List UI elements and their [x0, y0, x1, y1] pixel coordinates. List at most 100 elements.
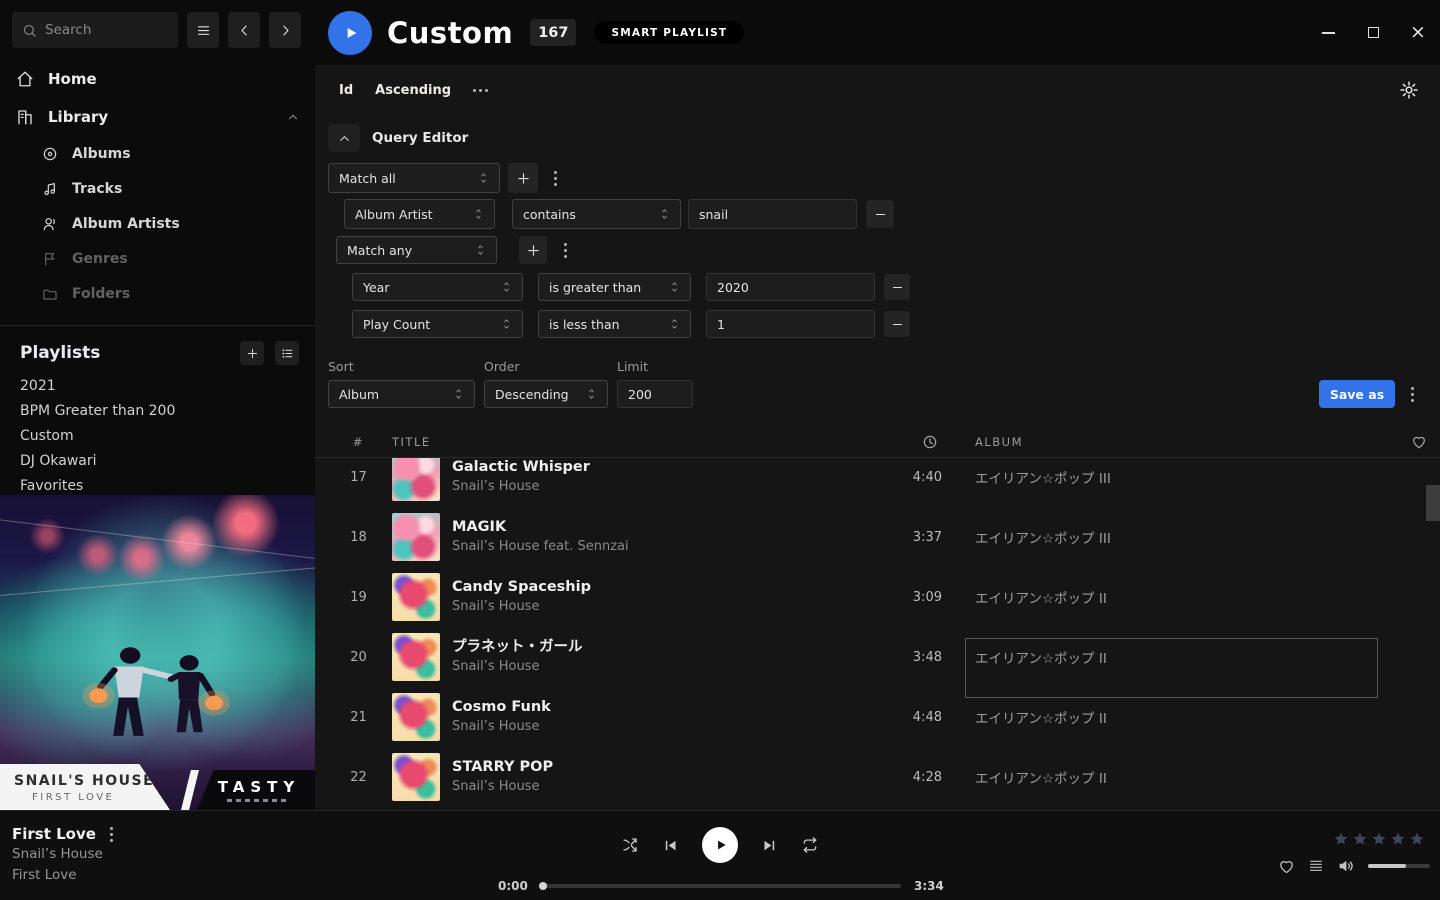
playlist-item[interactable]: BPM Greater than 200: [0, 399, 315, 424]
remove-rule-button[interactable]: [884, 274, 910, 300]
rule-value-input[interactable]: snail: [688, 199, 857, 229]
search-box[interactable]: [12, 12, 178, 48]
scrollbar-thumb[interactable]: [1426, 485, 1440, 521]
now-playing-menu-button[interactable]: [110, 827, 113, 842]
volume-slider[interactable]: [1368, 864, 1430, 868]
track-album[interactable]: エイリアン☆ポップ II: [975, 767, 1378, 787]
track-album[interactable]: エイリアン☆ポップ III: [975, 527, 1378, 547]
duration-column-icon[interactable]: [922, 434, 938, 450]
rule-value-input[interactable]: 1: [706, 310, 875, 338]
chevron-up-icon[interactable]: [287, 111, 299, 123]
track-row[interactable]: 19 Candy Spaceship Snail’s House 3:09 エイ…: [315, 567, 1440, 627]
star-icon[interactable]: [1333, 831, 1349, 847]
order-select[interactable]: Descending: [484, 380, 608, 408]
track-album[interactable]: エイリアン☆ポップ III: [975, 467, 1378, 487]
star-icon[interactable]: [1371, 831, 1387, 847]
limit-input[interactable]: 200: [617, 380, 693, 408]
root-match-select[interactable]: Match all: [328, 163, 500, 193]
star-icon[interactable]: [1352, 831, 1368, 847]
track-title: MAGIK: [452, 517, 870, 537]
rule-operator-value: contains: [523, 207, 576, 222]
sidebar-item-library[interactable]: Library: [0, 98, 315, 136]
rule-field-select[interactable]: Year: [352, 273, 523, 301]
window-close-button[interactable]: ×: [1410, 25, 1426, 41]
rule-operator-select[interactable]: is less than: [538, 310, 691, 338]
rule-group-menu-button[interactable]: [547, 164, 563, 192]
column-header-index[interactable]: #: [340, 435, 377, 449]
add-playlist-button[interactable]: [240, 341, 264, 365]
track-album[interactable]: エイリアン☆ポップ II: [975, 707, 1378, 727]
playlist-item[interactable]: Custom: [0, 424, 315, 449]
window-maximize-button[interactable]: [1365, 25, 1381, 41]
playlist-item[interactable]: DJ Okawari: [0, 449, 315, 474]
rule-field-select[interactable]: Play Count: [352, 310, 523, 338]
now-playing-artist[interactable]: Snail’s House: [12, 844, 113, 864]
repeat-icon[interactable]: [801, 836, 819, 854]
label-banner: TASTY: [197, 770, 315, 810]
add-sub-rule-button[interactable]: [519, 236, 547, 264]
collapse-query-editor-button[interactable]: [328, 124, 360, 152]
now-playing-album[interactable]: First Love: [12, 865, 113, 885]
menu-button[interactable]: [187, 12, 219, 48]
track-row[interactable]: 18 MAGIK Snail’s House feat. Sennzai 3:3…: [315, 507, 1440, 567]
shuffle-icon[interactable]: [621, 836, 639, 854]
album-banner-artist: SNAIL'S HOUSE: [14, 773, 170, 789]
column-header-title[interactable]: TITLE: [392, 435, 440, 449]
play-playlist-button[interactable]: [328, 11, 372, 55]
save-menu-button[interactable]: [1404, 380, 1420, 408]
rule-field-select[interactable]: Album Artist: [344, 199, 495, 229]
seek-bar[interactable]: [539, 884, 901, 888]
total-time: 3:34: [914, 879, 942, 893]
track-row[interactable]: 20 プラネット・ガール Snail’s House 3:48 エイリアン☆ポッ…: [315, 627, 1440, 687]
playlist-options-button[interactable]: [275, 341, 299, 365]
favorite-column-icon[interactable]: [1411, 434, 1427, 450]
column-header-album[interactable]: ALBUM: [975, 435, 1378, 449]
save-as-button[interactable]: Save as: [1319, 380, 1395, 408]
remove-rule-button[interactable]: [866, 200, 894, 228]
now-playing-info: First Love Snail’s House First Love: [12, 825, 113, 885]
sort-direction-button[interactable]: Ascending: [375, 83, 451, 98]
seek-handle[interactable]: [539, 882, 547, 890]
star-icon[interactable]: [1390, 831, 1406, 847]
playlist-item[interactable]: 2021: [0, 374, 315, 399]
gear-icon[interactable]: [1399, 80, 1419, 100]
sub-match-select[interactable]: Match any: [336, 236, 497, 264]
play-pause-button[interactable]: [702, 827, 738, 863]
track-album[interactable]: エイリアン☆ポップ II: [975, 647, 1378, 667]
sidebar-item-label: Home: [48, 70, 97, 88]
search-input[interactable]: [45, 22, 155, 38]
sort-field-button[interactable]: Id: [339, 83, 353, 98]
sidebar-item-home[interactable]: Home: [0, 60, 315, 98]
queue-icon[interactable]: [1308, 858, 1324, 874]
favorite-icon[interactable]: [1278, 858, 1295, 875]
remove-rule-button[interactable]: [884, 311, 910, 337]
nav-forward-button[interactable]: [269, 12, 301, 48]
label-logo-subtext: [227, 799, 286, 802]
rule-value-input[interactable]: 2020: [706, 273, 875, 301]
sub-group-menu-button[interactable]: [557, 236, 573, 264]
now-playing-album-art[interactable]: SNAIL'S HOUSE FIRST LOVE TASTY: [0, 495, 315, 810]
next-track-icon[interactable]: [762, 838, 777, 853]
track-album[interactable]: エイリアン☆ポップ II: [975, 587, 1378, 607]
track-row[interactable]: 22 STARRY POP Snail’s House 4:28 エイリアン☆ポ…: [315, 747, 1440, 807]
rule-operator-select[interactable]: is greater than: [538, 273, 691, 301]
rule-operator-select[interactable]: contains: [512, 199, 681, 229]
library-list-item[interactable]: Tracks: [0, 171, 315, 206]
sort-select[interactable]: Album: [328, 380, 475, 408]
library-list-item[interactable]: Folders: [0, 276, 315, 311]
previous-track-icon[interactable]: [663, 838, 678, 853]
volume-icon[interactable]: [1337, 857, 1355, 875]
window-minimize-button[interactable]: [1320, 25, 1336, 41]
library-list-item[interactable]: Genres: [0, 241, 315, 276]
library-list-item[interactable]: Album Artists: [0, 206, 315, 241]
track-number: 22: [340, 770, 377, 785]
nav-back-button[interactable]: [228, 12, 260, 48]
library-icon: [16, 108, 34, 126]
add-rule-button[interactable]: [508, 163, 538, 193]
more-options-button[interactable]: [473, 89, 488, 92]
library-list-item[interactable]: Albums: [0, 136, 315, 171]
now-playing-track[interactable]: First Love: [12, 825, 96, 843]
star-icon[interactable]: [1409, 831, 1425, 847]
track-row[interactable]: 21 Cosmo Funk Snail’s House 4:48 エイリアン☆ポ…: [315, 687, 1440, 747]
track-row[interactable]: 17 Galactic Whisper Snail’s House 4:40 エ…: [315, 458, 1440, 507]
